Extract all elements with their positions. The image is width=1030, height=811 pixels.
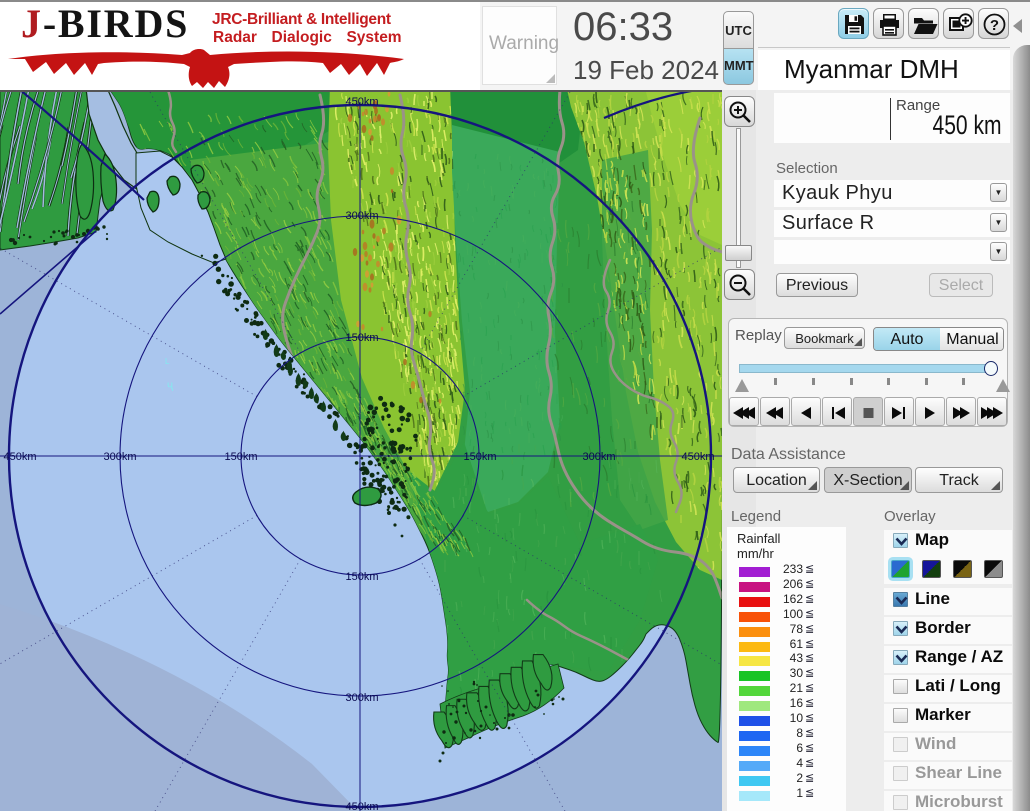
svg-text:150km: 150km (463, 451, 496, 463)
svg-text:150km: 150km (345, 571, 378, 583)
svg-text:Ҷ: Ҷ (167, 381, 173, 391)
svg-text:300km: 300km (345, 210, 378, 222)
svg-text:450km: 450km (681, 451, 714, 463)
svg-text:450km: 450km (3, 451, 36, 463)
svg-text:450km: 450km (345, 801, 378, 811)
svg-text:?: ? (990, 17, 999, 34)
svg-text:300km: 300km (103, 451, 136, 463)
svg-text:450km: 450km (345, 96, 378, 108)
svg-text:300km: 300km (582, 451, 615, 463)
svg-text:150km: 150km (224, 451, 257, 463)
svg-text:300km: 300km (345, 692, 378, 704)
svg-text:L: L (165, 357, 170, 366)
svg-text:150km: 150km (345, 332, 378, 344)
